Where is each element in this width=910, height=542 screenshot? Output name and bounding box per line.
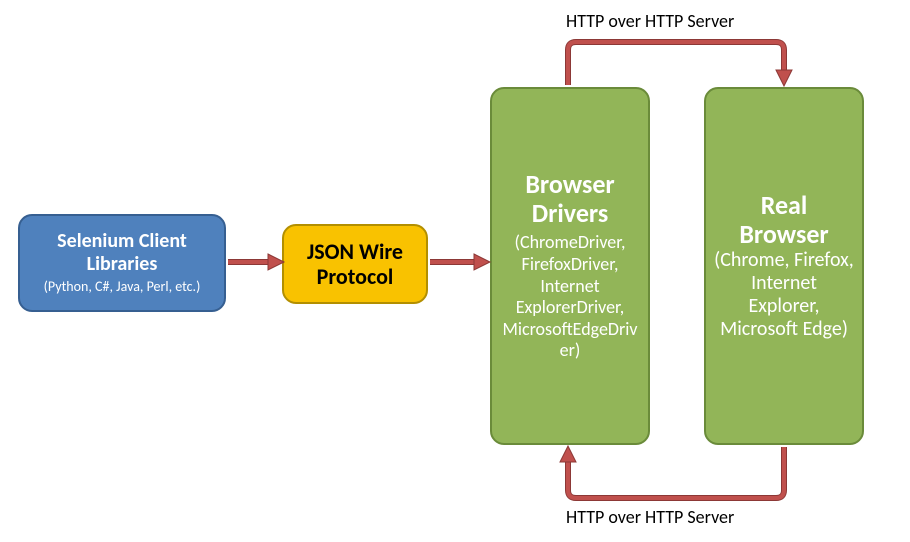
block-subtitle: (ChromeDriver, FirefoxDriver, Internet E… <box>500 232 640 362</box>
block-browser-drivers: Browser Drivers (ChromeDriver, FirefoxDr… <box>490 87 650 445</box>
block-selenium-client: Selenium Client Libraries (Python, C#, J… <box>18 214 226 312</box>
label-http-bottom: HTTP over HTTP Server <box>566 506 734 528</box>
block-title: Selenium Client Libraries <box>28 230 216 276</box>
arrow-client-to-json <box>228 254 284 270</box>
block-title: JSON Wire Protocol <box>292 239 418 290</box>
label-http-top: HTTP over HTTP Server <box>566 10 734 32</box>
arrow-json-to-drivers <box>430 254 490 270</box>
arrow-bottom-browser-to-drivers <box>560 446 784 498</box>
block-title: Browser Drivers <box>500 170 640 228</box>
block-subtitle: (Chrome, Firefox, Internet Explorer, Mic… <box>714 249 854 341</box>
block-title: Real Browser <box>714 191 854 249</box>
block-json-wire: JSON Wire Protocol <box>282 224 428 304</box>
block-real-browser: Real Browser (Chrome, Firefox, Internet … <box>704 87 864 445</box>
block-subtitle: (Python, C#, Java, Perl, etc.) <box>44 278 201 296</box>
arrow-top-drivers-to-browser <box>568 42 792 86</box>
